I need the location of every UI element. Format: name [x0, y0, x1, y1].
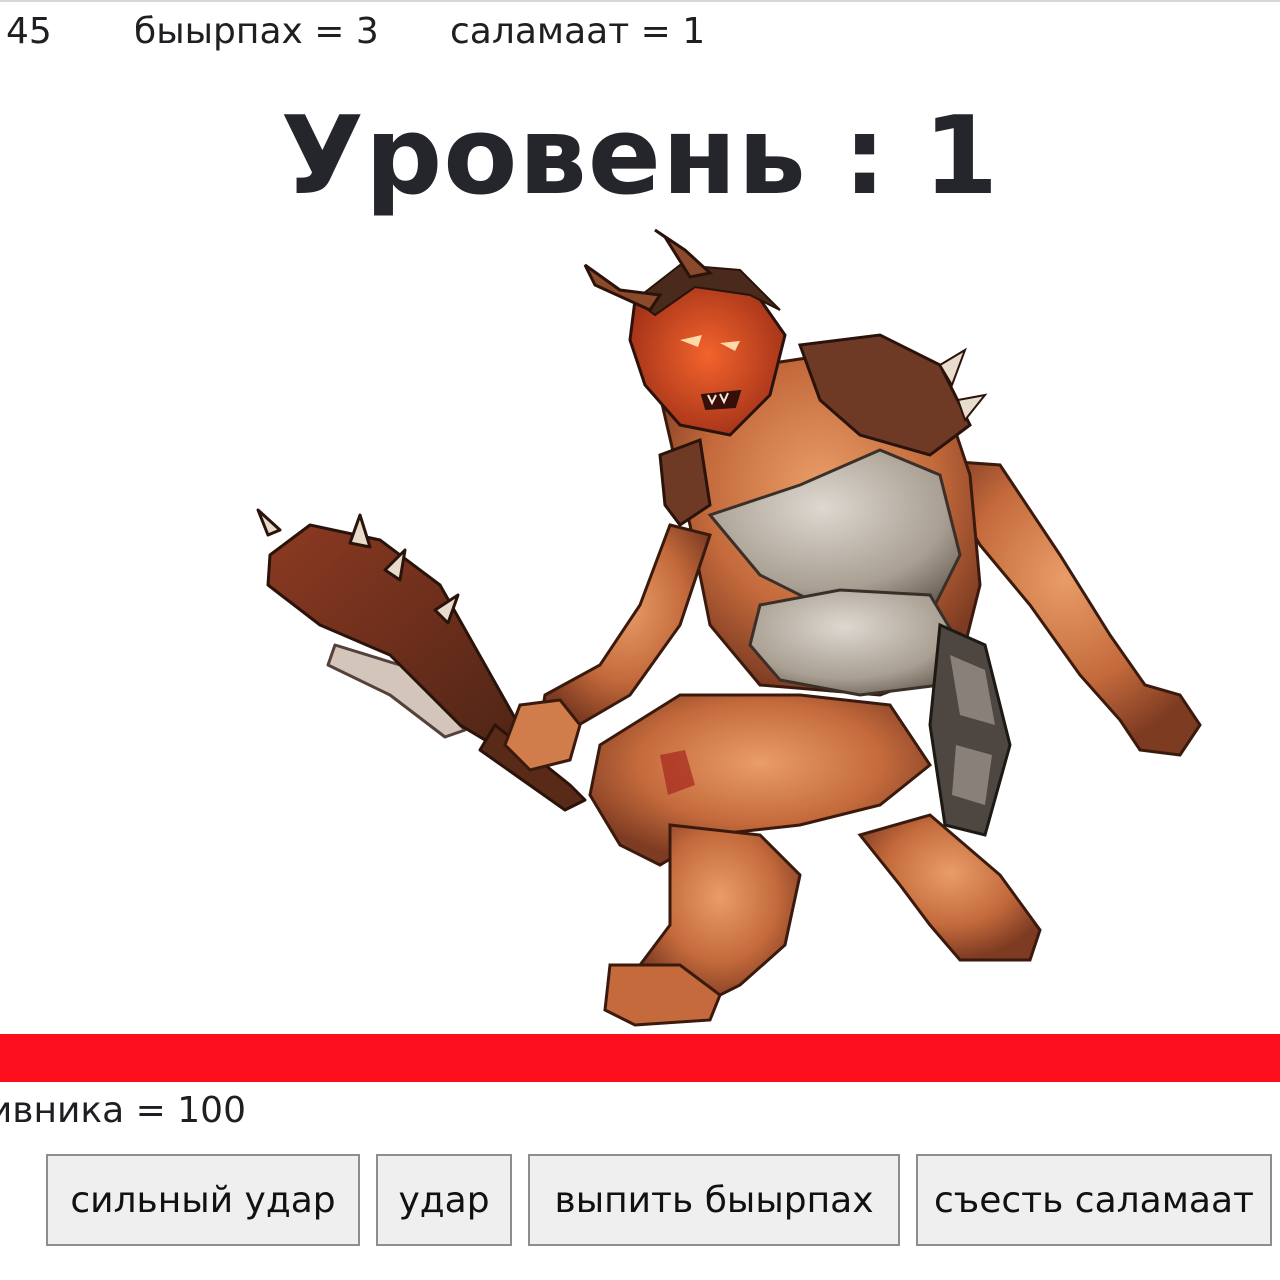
action-buttons: сильный удар удар выпить быырпах съесть …: [0, 1154, 1280, 1248]
player-hp-value: 45: [6, 11, 52, 52]
food-count: саламаат = 1: [450, 11, 706, 52]
strong-hit-button[interactable]: сильный удар: [46, 1154, 360, 1246]
potion-count: быырпах = 3: [134, 11, 379, 52]
horned-demon-with-club-icon: [256, 228, 1202, 1027]
monster-image: [240, 225, 1230, 1045]
level-title: Уровень:1: [0, 92, 1280, 222]
eat-food-button[interactable]: съесть саламаат: [916, 1154, 1272, 1246]
level-separator: :: [842, 94, 888, 219]
level-label: Уровень: [280, 94, 807, 219]
hit-button[interactable]: удар: [376, 1154, 512, 1246]
enemy-hp-text: тивника = 100: [0, 1090, 246, 1131]
enemy-health-bar: [0, 1034, 1280, 1082]
stats-bar: 45 быырпах = 3 саламаат = 1: [0, 0, 1280, 66]
enemy-health-bar-fill: [0, 1034, 1280, 1082]
game-screen: 45 быырпах = 3 саламаат = 1 Уровень:1 ив…: [0, 0, 1280, 1280]
level-number: 1: [923, 94, 1000, 219]
drink-potion-button[interactable]: выпить быырпах: [528, 1154, 900, 1246]
